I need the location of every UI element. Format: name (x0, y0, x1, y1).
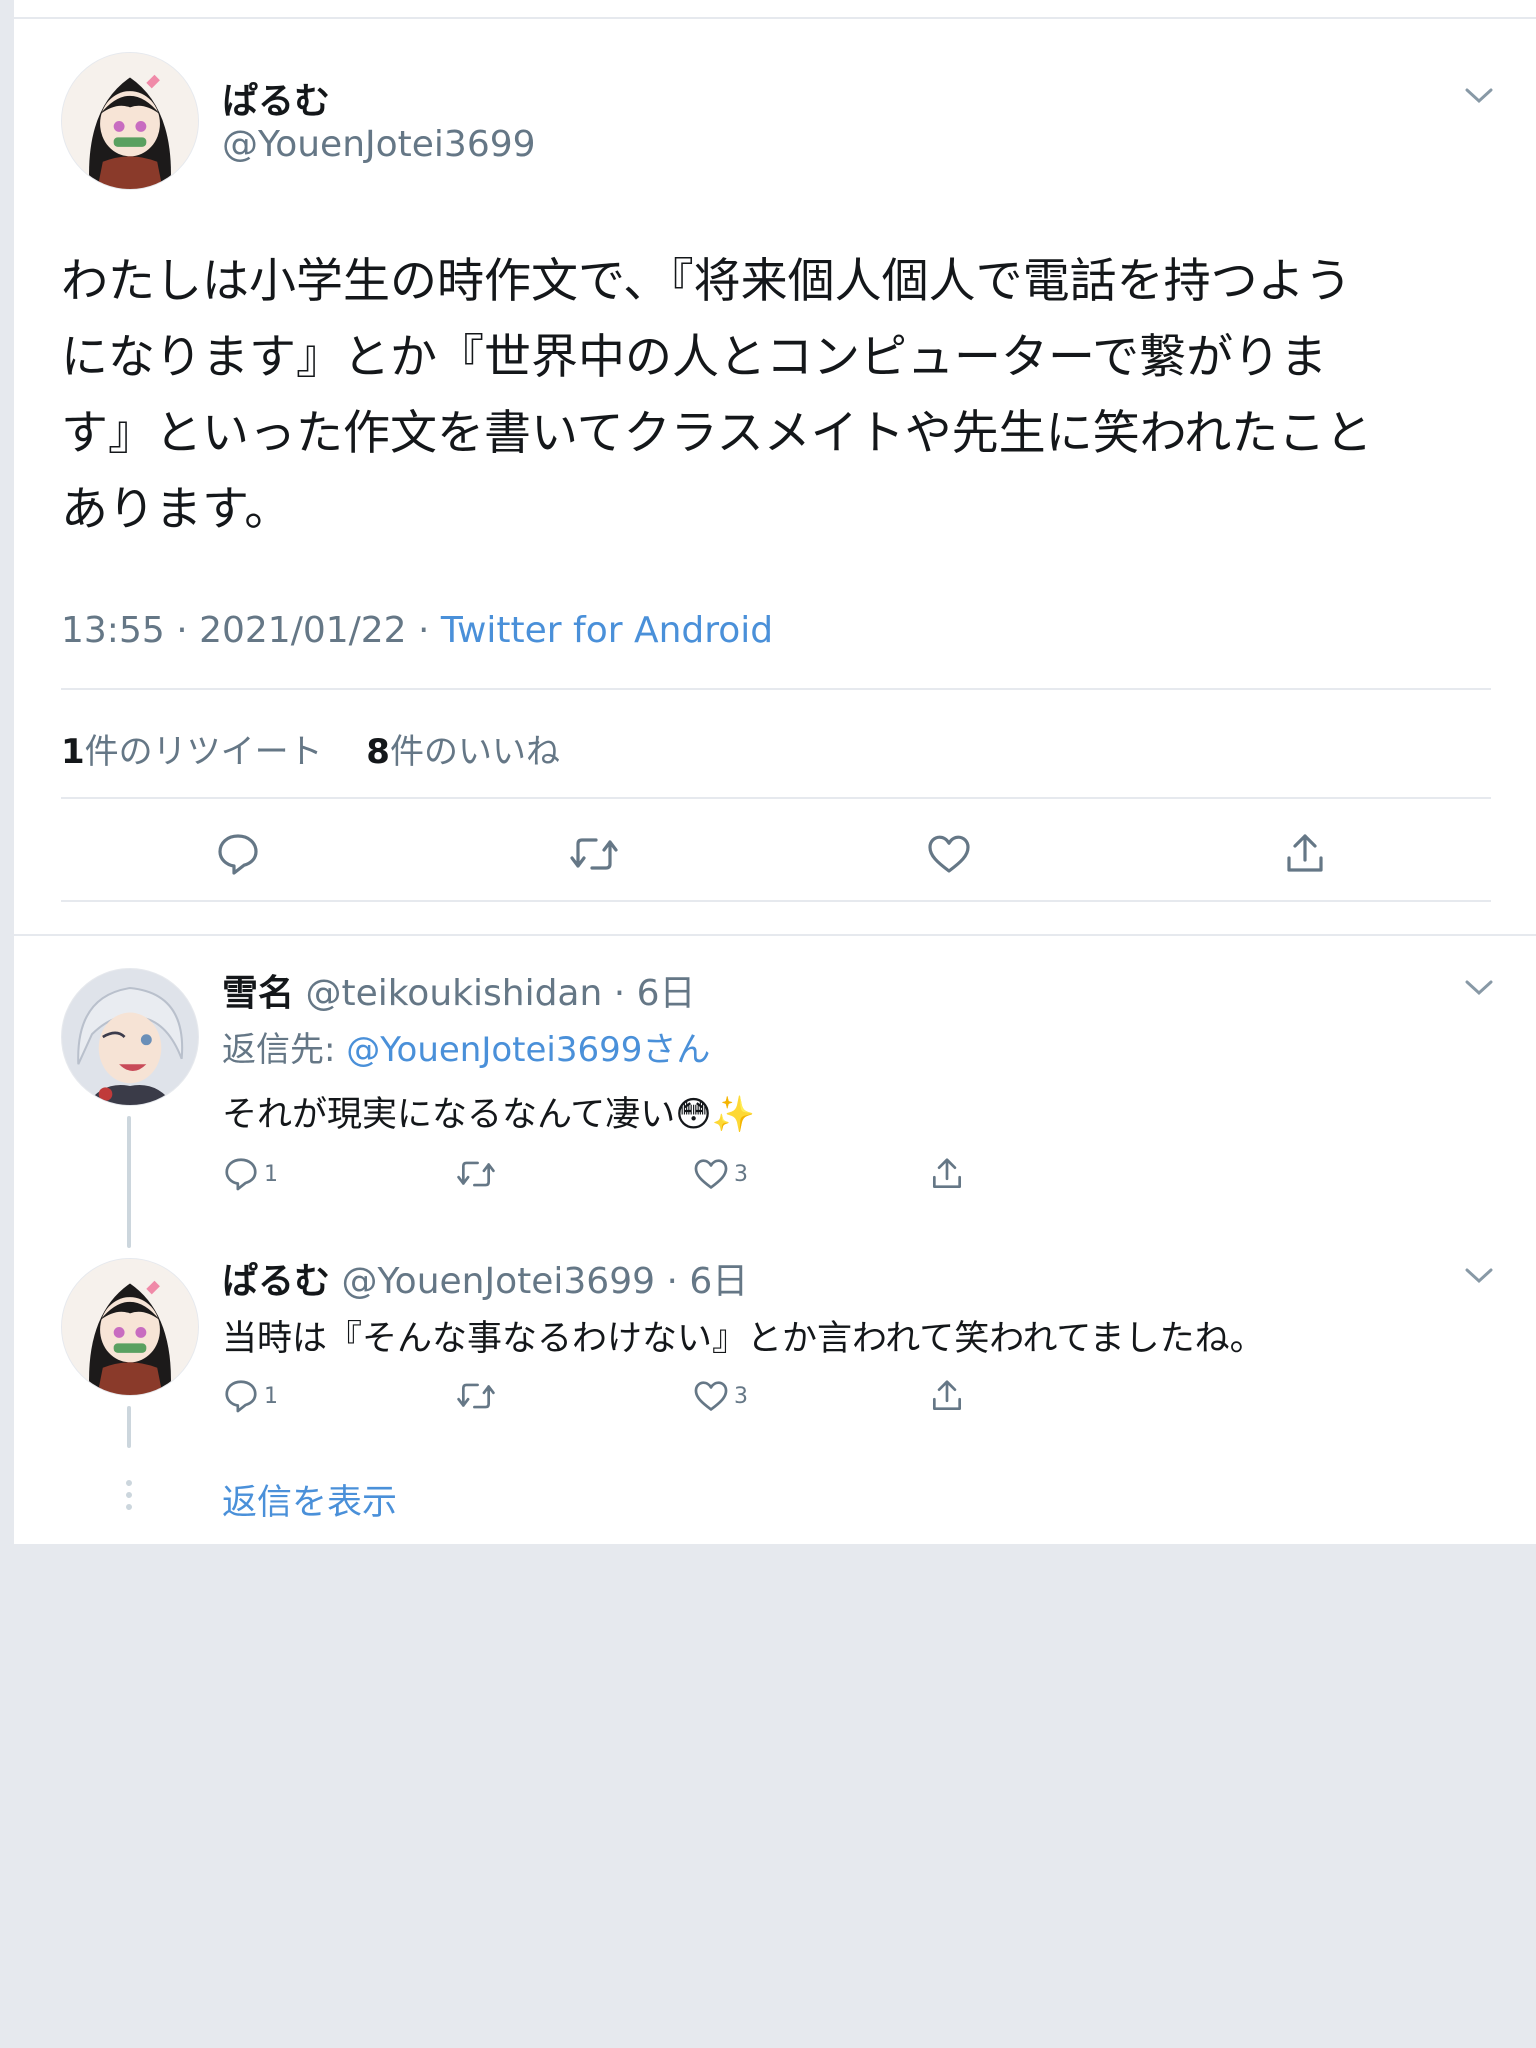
section-divider (14, 934, 1536, 936)
like-icon (694, 1159, 728, 1189)
divider (61, 900, 1491, 902)
reply-to: 返信先: @YouenJotei3699さん (222, 1022, 710, 1071)
share-button[interactable] (928, 1377, 966, 1415)
chevron-down-icon[interactable] (1465, 1268, 1493, 1288)
top-divider (14, 17, 1536, 19)
avatar-image (62, 1259, 198, 1395)
divider (61, 797, 1491, 799)
share-icon (932, 1380, 962, 1411)
reply-header: 雪名 @teikoukishidan · 6日 (222, 964, 696, 1016)
like-button[interactable] (925, 830, 973, 878)
display-name[interactable]: ぱるむ (222, 1261, 330, 1302)
retweet-button[interactable] (568, 830, 620, 878)
like-button[interactable]: 3 (692, 1377, 748, 1415)
retweet-icon (570, 838, 618, 870)
share-button[interactable] (928, 1155, 966, 1193)
tweet-timestamp: 13:55 · 2021/01/22 · (61, 610, 430, 651)
reply-to-handle[interactable]: @YouenJotei3699さん (346, 1030, 710, 1070)
retweet-icon (457, 1161, 495, 1187)
like-button[interactable]: 3 (692, 1155, 748, 1193)
share-icon (932, 1158, 962, 1189)
handle-and-time[interactable]: @teikoukishidan · 6日 (305, 973, 695, 1014)
avatar-image (62, 53, 198, 189)
reply-to-label: 返信先: (222, 1030, 336, 1070)
like-count: 8 (366, 732, 390, 772)
more-dots-icon (124, 1478, 134, 1516)
retweet-stat[interactable]: 1件のリツイート (61, 732, 323, 772)
avatar-image (62, 969, 198, 1105)
divider (61, 688, 1491, 690)
show-replies-link[interactable]: 返信を表示 (222, 1474, 397, 1525)
reply-icon (225, 1158, 257, 1191)
display-name[interactable]: ぱるむ (222, 72, 330, 124)
tweet-text-line: わたしは小学生の時作文で、『将来個人個人で電話を持つよう (61, 254, 1352, 309)
like-label: 件のいいね (389, 732, 560, 772)
section-divider (14, 1544, 1536, 1546)
display-name[interactable]: 雪名 (222, 973, 294, 1014)
chevron-down-icon[interactable] (1465, 980, 1493, 1000)
share-icon (1287, 834, 1323, 872)
thread-connector (127, 1406, 131, 1448)
reply-count: 1 (264, 1383, 278, 1409)
handle-and-time[interactable]: @YouenJotei3699 · 6日 (341, 1261, 748, 1302)
avatar[interactable] (61, 968, 199, 1106)
chevron-down-icon[interactable] (1465, 88, 1493, 108)
like-icon (694, 1381, 728, 1411)
tweet-source-link[interactable]: Twitter for Android (441, 610, 773, 651)
reply-text: 当時は『そんな事なるわけない』とか言われて笑われてましたね。 (222, 1319, 1265, 1359)
like-count: 3 (734, 1161, 748, 1187)
retweet-count: 1 (61, 732, 85, 772)
avatar[interactable] (61, 1258, 199, 1396)
tweet-text-line: になります』とか『世界中の人とコンピューターで繋がりま (61, 330, 1328, 385)
reply-icon (218, 834, 258, 875)
tweet-text-line: す』といった作文を書いてクラスメイトや先生に笑われたこと (61, 406, 1373, 461)
retweet-button[interactable] (455, 1155, 497, 1193)
retweet-icon (457, 1383, 495, 1409)
user-handle[interactable]: @YouenJotei3699 (222, 124, 536, 165)
reply-icon (225, 1380, 257, 1413)
like-count: 3 (734, 1383, 748, 1409)
thread-connector (127, 1116, 131, 1248)
tweet-meta: 13:55 · 2021/01/22 · Twitter for Android (61, 610, 773, 651)
retweet-label: 件のリツイート (84, 732, 323, 772)
tweet-text-line: あります。 (61, 482, 292, 537)
reply-header: ぱるむ @YouenJotei3699 · 6日 (222, 1252, 748, 1304)
tweet-text: わたしは小学生の時作文で、『将来個人個人で電話を持つよう になります』とか『世界… (61, 244, 1372, 548)
tweet-stats: 1件のリツイート 8件のいいね (61, 724, 560, 773)
avatar[interactable] (61, 52, 199, 190)
reply-button[interactable] (214, 830, 262, 878)
like-stat[interactable]: 8件のいいね (366, 732, 560, 772)
like-icon (928, 835, 970, 873)
reply-count: 1 (264, 1161, 278, 1187)
reply-text: それが現実になるなんて凄い😳✨ (222, 1095, 756, 1135)
retweet-button[interactable] (455, 1377, 497, 1415)
share-button[interactable] (1281, 830, 1329, 878)
reply-button[interactable]: 1 (222, 1377, 278, 1415)
reply-button[interactable]: 1 (222, 1155, 278, 1193)
